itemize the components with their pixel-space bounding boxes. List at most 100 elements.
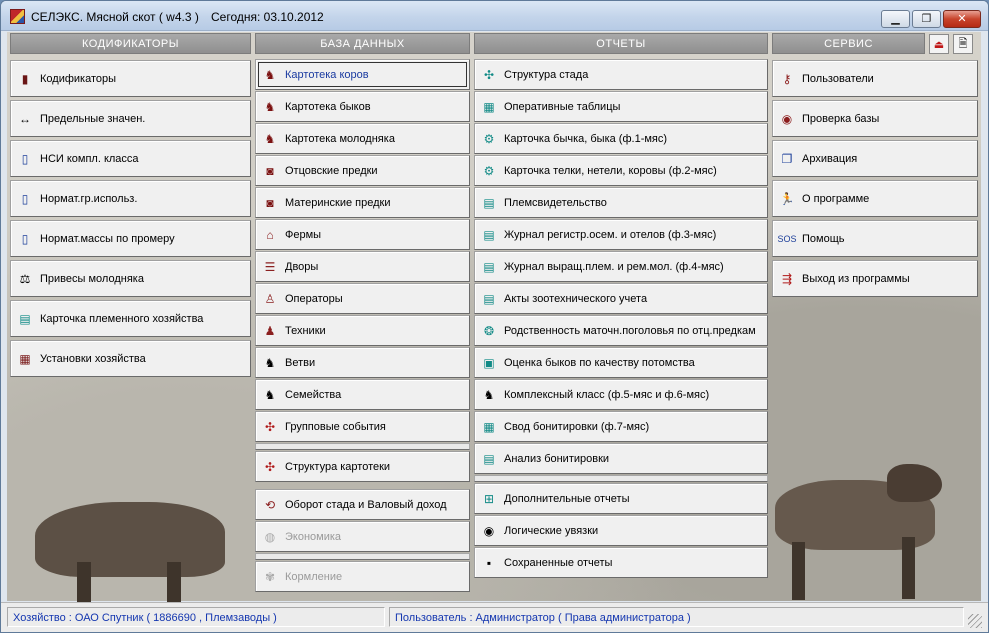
- menu-item-bulls-cards[interactable]: ♞ Картотека быков: [255, 91, 470, 122]
- minimize-button[interactable]: ▁: [881, 10, 910, 28]
- section-header-codifiers: КОДИФИКАТОРЫ: [10, 33, 251, 54]
- menu-item-zootechnical-acts[interactable]: ▤ Акты зоотехнического учета: [474, 283, 768, 314]
- section-header-service: СЕРВИС: [772, 33, 925, 54]
- menu-item-herd-turnover[interactable]: ⟲ Оборот стада и Валовый доход: [255, 489, 470, 520]
- key-icon: ⚷: [782, 71, 792, 86]
- menu-item-young-cards[interactable]: ♞ Картотека молодняка: [255, 123, 470, 154]
- menu-item-herd-structure[interactable]: ✣ Структура стада: [474, 59, 768, 90]
- turnover-icon: ⟲: [264, 497, 276, 512]
- menu-item-yards[interactable]: ☰ Дворы: [255, 251, 470, 282]
- menu-item-label: Племсвидетельство: [504, 196, 607, 209]
- menu-item-label: Акты зоотехнического учета: [504, 292, 648, 305]
- menu-item-label: Выход из программы: [802, 272, 910, 285]
- menu-item-label: Структура стада: [504, 68, 589, 81]
- menu-item-operators[interactable]: ♙ Операторы: [255, 283, 470, 314]
- menu-item-logical-links[interactable]: ◉ Логические увязки: [474, 515, 768, 546]
- menu-item-sire-ancestors[interactable]: ◙ Отцовские предки: [255, 155, 470, 186]
- close-button[interactable]: ✕: [943, 10, 981, 28]
- sire-icon: ◙: [266, 163, 274, 178]
- menu-item-label: Кормление: [285, 570, 343, 583]
- menu-item-insemination-journal[interactable]: ▤ Журнал регистр.осем. и отелов (ф.3-мяс…: [474, 219, 768, 250]
- menu-item-label: Картотека быков: [285, 100, 371, 113]
- menu-item-young-gains[interactable]: ⚖ Привесы молодняка: [10, 260, 251, 297]
- technician-icon: ♟: [264, 323, 276, 338]
- operator-icon: ♙: [264, 291, 276, 306]
- journal-icon: ▤: [483, 227, 495, 242]
- menu-item-kinship[interactable]: ❂ Родственность маточн.поголовья по отц.…: [474, 315, 768, 346]
- gear-card-icon: ⚙: [483, 163, 495, 178]
- menu-item-label: Архивация: [802, 152, 858, 165]
- menu-item-nsi-class[interactable]: ▯ НСИ компл. класса: [10, 140, 251, 177]
- menu-item-label: О программе: [802, 192, 870, 205]
- menu-item-farm-settings[interactable]: ▦ Установки хозяйства: [10, 340, 251, 377]
- book-icon: ▯: [21, 151, 29, 166]
- maximize-button[interactable]: ❐: [912, 10, 941, 28]
- menu-item-label: Ветви: [285, 356, 316, 369]
- menu-item-users[interactable]: ⚷ Пользователи: [772, 60, 978, 97]
- menu-item-complex-class[interactable]: ♞ Комплексный класс (ф.5-мяс и ф.6-мяс): [474, 379, 768, 410]
- menu-item-breeding-certificate[interactable]: ▤ Племсвидетельство: [474, 187, 768, 218]
- menu-item-bull-evaluation[interactable]: ▣ Оценка быков по качеству потомства: [474, 347, 768, 378]
- menu-item-label: Проверка базы: [802, 112, 880, 125]
- menu-item-archiving[interactable]: ❐ Архивация: [772, 140, 978, 177]
- notes-icon: 🗎: [958, 37, 968, 50]
- menu-item-label: Сохраненные отчеты: [504, 556, 613, 569]
- menu-item-check-database[interactable]: ◉ Проверка базы: [772, 100, 978, 137]
- menu-item-label: Фермы: [285, 228, 322, 241]
- menu-item-economy[interactable]: ◍ Экономика: [255, 521, 470, 552]
- range-arrows-icon: ↔: [19, 111, 31, 126]
- menu-item-heifer-card-report[interactable]: ⚙ Карточка телки, нетели, коровы (ф.2-мя…: [474, 155, 768, 186]
- floppy-icon: ▪: [486, 555, 492, 570]
- menu-item-grading-analysis[interactable]: ▤ Анализ бонитировки: [474, 443, 768, 474]
- menu-item-additional-reports[interactable]: ⊞ Дополнительные отчеты: [474, 483, 768, 514]
- menu-item-label: Оперативные таблицы: [504, 100, 621, 113]
- menu-item-label: Предельные значен.: [40, 112, 146, 125]
- family-icon: ♞: [264, 387, 276, 402]
- menu-item-limit-values[interactable]: ↔ Предельные значен.: [10, 100, 251, 137]
- menu-item-families[interactable]: ♞ Семейства: [255, 379, 470, 410]
- bar-chart-icon: ▮: [21, 71, 29, 86]
- menu-item-bull-card-report[interactable]: ⚙ Карточка бычка, быка (ф.1-мяс): [474, 123, 768, 154]
- menu-item-exit[interactable]: ⇶ Выход из программы: [772, 260, 978, 297]
- menu-item-label: НСИ компл. класса: [40, 152, 139, 165]
- calf-picture: [35, 502, 225, 577]
- menu-item-branches[interactable]: ♞ Ветви: [255, 347, 470, 378]
- menu-item-codifiers[interactable]: ▮ Кодификаторы: [10, 60, 251, 97]
- archive-icon: ❐: [781, 151, 793, 166]
- menu-item-usage-norms[interactable]: ▯ Нормат.гр.использ.: [10, 180, 251, 217]
- menu-item-farms[interactable]: ⌂ Фермы: [255, 219, 470, 250]
- bull-icon: ♞: [264, 99, 276, 114]
- menu-item-mass-norms[interactable]: ▯ Нормат.массы по промеру: [10, 220, 251, 257]
- toolbar-alarm-button[interactable]: ⏏: [929, 34, 949, 54]
- certificate-icon: ▤: [483, 195, 495, 210]
- menu-item-dam-ancestors[interactable]: ◙ Материнские предки: [255, 187, 470, 218]
- menu-item-label: Журнал регистр.осем. и отелов (ф.3-мяс): [504, 228, 717, 241]
- toolbar-notes-button[interactable]: 🗎: [953, 34, 973, 54]
- menu-item-group-events[interactable]: ✣ Групповые события: [255, 411, 470, 442]
- menu-item-grading-summary[interactable]: ▦ Свод бонитировки (ф.7-мяс): [474, 411, 768, 442]
- grid-icon: ▦: [483, 419, 495, 434]
- menu-item-label: Карточка племенного хозяйства: [40, 312, 204, 325]
- menu-item-cows-cards[interactable]: ♞ Картотека коров: [255, 59, 470, 90]
- menu-item-breeding-farm-card[interactable]: ▤ Карточка племенного хозяйства: [10, 300, 251, 337]
- resize-grip[interactable]: [968, 614, 982, 628]
- complex-class-icon: ♞: [483, 387, 495, 402]
- sos-icon: SOS: [777, 233, 797, 244]
- menu-item-feeding[interactable]: ✾ Кормление: [255, 561, 470, 592]
- book-icon: ▯: [21, 231, 29, 246]
- menu-item-label: Групповые события: [285, 420, 386, 433]
- menu-item-label: Анализ бонитировки: [504, 452, 610, 465]
- building-icon: ▦: [19, 351, 31, 366]
- menu-item-about[interactable]: 🏃 О программе: [772, 180, 978, 217]
- today-date: Сегодня: 03.10.2012: [211, 10, 324, 24]
- menu-item-technicians[interactable]: ♟ Техники: [255, 315, 470, 346]
- menu-item-label: Операторы: [285, 292, 343, 305]
- menu-item-help[interactable]: SOS Помощь: [772, 220, 978, 257]
- menu-item-label: Журнал выращ.плем. и рем.мол. (ф.4-мяс): [504, 260, 724, 273]
- menu-item-file-structure[interactable]: ✣ Структура картотеки: [255, 451, 470, 482]
- menu-item-operational-tables[interactable]: ▦ Оперативные таблицы: [474, 91, 768, 122]
- menu-item-rearing-journal[interactable]: ▤ Журнал выращ.плем. и рем.мол. (ф.4-мяс…: [474, 251, 768, 282]
- menu-item-label: Отцовские предки: [285, 164, 378, 177]
- menu-item-saved-reports[interactable]: ▪ Сохраненные отчеты: [474, 547, 768, 578]
- menu-item-label: Нормат.массы по промеру: [40, 232, 175, 245]
